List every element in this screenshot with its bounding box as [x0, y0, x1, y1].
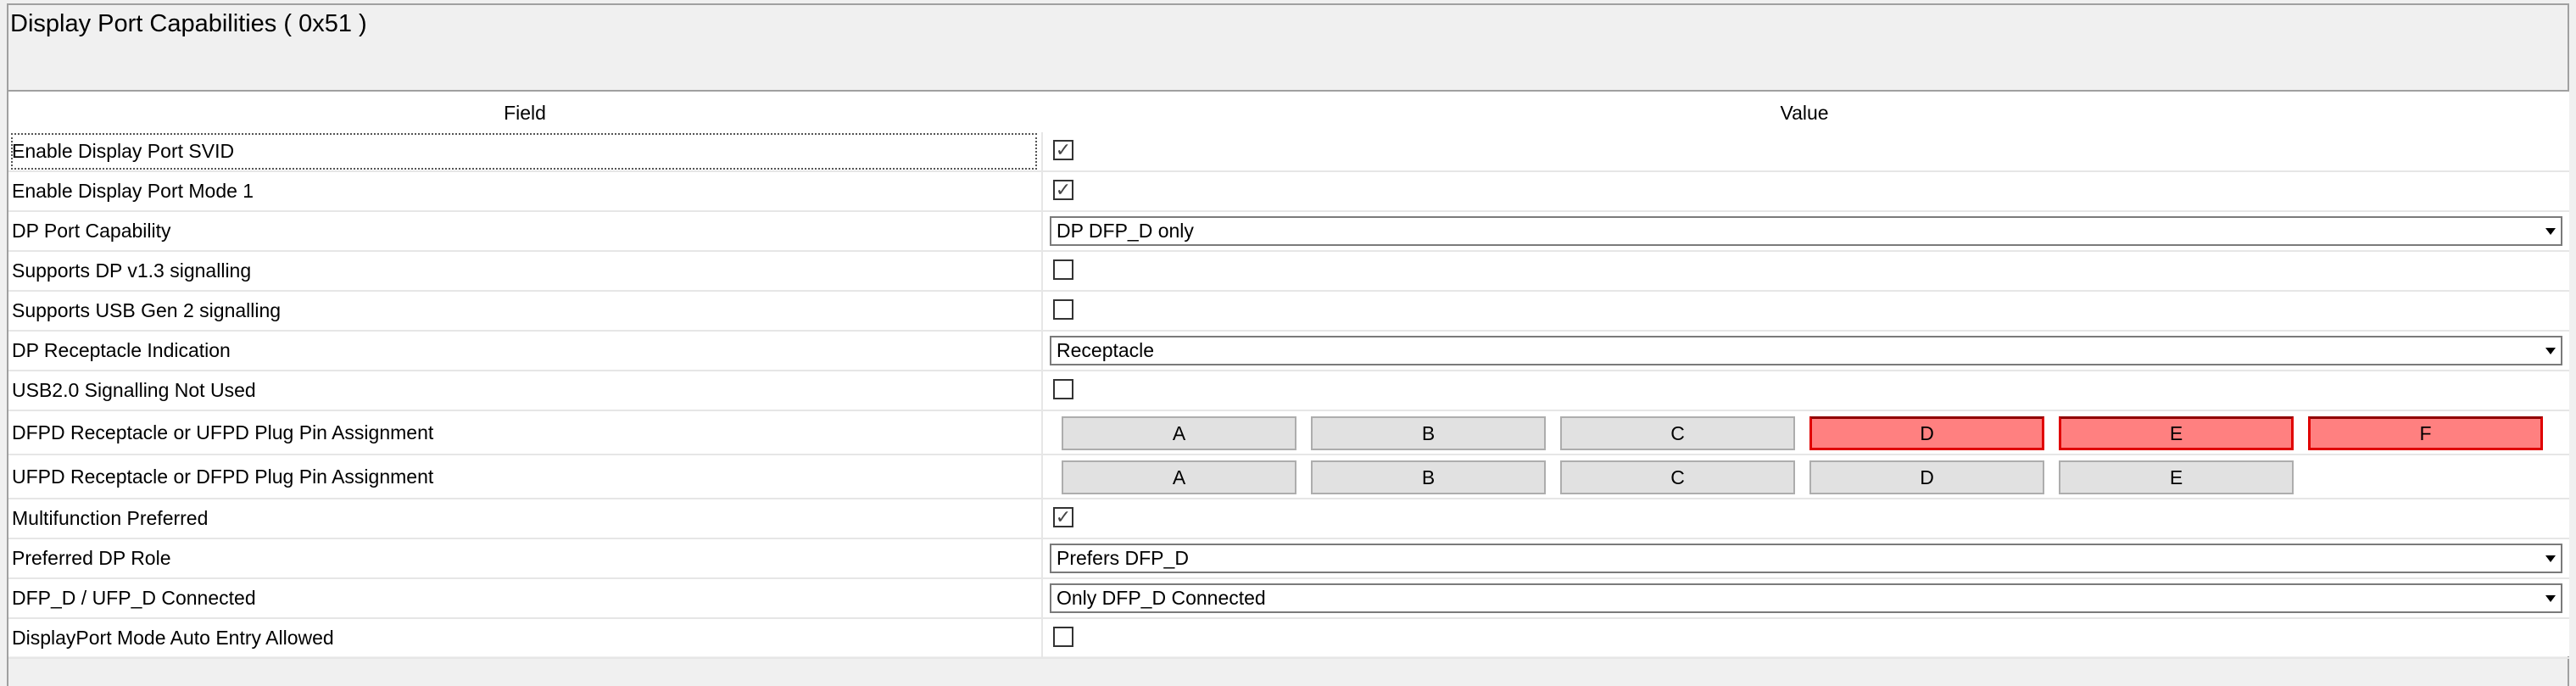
grid-row: Preferred DP Role Prefers DFP_D	[8, 539, 2569, 579]
pin-assignment-button-e[interactable]: E	[2059, 416, 2294, 450]
field-label[interactable]: Enable Display Port Mode 1	[10, 172, 1038, 210]
dropdown-value: Prefers DFP_D	[1057, 547, 1189, 569]
chevron-down-icon[interactable]	[2545, 347, 2556, 354]
grid-row: DFP_D / UFP_D Connected Only DFP_D Connec…	[8, 579, 2569, 619]
chevron-down-icon[interactable]	[2545, 594, 2556, 602]
value-cell: ✓	[1041, 172, 2569, 210]
grid-row: DP Port Capability DP DFP_D only	[8, 212, 2569, 252]
grid-row: Supports DP v1.3 signalling	[8, 252, 2569, 292]
grid-row: Enable Display Port SVID ✓	[8, 132, 2569, 172]
pin-assignment-button-c[interactable]: C	[1560, 460, 1795, 494]
field-label[interactable]: DP Receptacle Indication	[10, 332, 1038, 370]
pin-assignment-button-e[interactable]: E	[2059, 460, 2294, 494]
dropdown-select[interactable]: Prefers DFP_D	[1050, 544, 2562, 573]
pin-assignment-button-b[interactable]: B	[1311, 416, 1546, 450]
dropdown-value: DP DFP_D only	[1057, 220, 1194, 242]
dropdown-value: Only DFP_D Connected	[1057, 587, 1266, 609]
value-cell: Receptacle	[1041, 332, 2569, 370]
pin-assignment-button-a[interactable]: A	[1062, 460, 1296, 494]
column-header-value: Value	[1780, 102, 1829, 124]
grid-row: Multifunction Preferred ✓	[8, 499, 2569, 539]
checkbox[interactable]: ✓	[1053, 506, 1073, 527]
field-label[interactable]: UFPD Receptacle or DFPD Plug Pin Assignm…	[10, 455, 1038, 498]
grid-row: UFPD Receptacle or DFPD Plug Pin Assignm…	[8, 455, 2569, 499]
value-cell: ABCDEF	[1041, 411, 2569, 454]
value-cell	[1041, 619, 2569, 657]
field-label[interactable]: DP Port Capability	[10, 212, 1038, 250]
dropdown-value: Receptacle	[1057, 339, 1155, 361]
value-cell: ✓	[1041, 132, 2569, 170]
value-cell: ✓	[1041, 499, 2569, 538]
grid-row: Enable Display Port Mode 1 ✓	[8, 172, 2569, 212]
checkbox[interactable]: ✓	[1053, 139, 1073, 160]
grid-row: USB2.0 Signalling Not Used	[8, 371, 2569, 411]
field-label[interactable]: DFPD Receptacle or UFPD Plug Pin Assignm…	[10, 411, 1038, 454]
pin-assignment-button-d[interactable]: D	[1809, 416, 2044, 450]
pin-assignment-button-b[interactable]: B	[1311, 460, 1546, 494]
panel-title: Display Port Capabilities ( 0x51 )	[10, 10, 367, 37]
field-label[interactable]: Preferred DP Role	[10, 539, 1038, 577]
chevron-down-icon[interactable]	[2545, 227, 2556, 235]
grid-row: DP Receptacle Indication Receptacle	[8, 332, 2569, 371]
value-cell: Only DFP_D Connected	[1041, 579, 2569, 617]
pin-assignment-button-a[interactable]: A	[1062, 416, 1296, 450]
field-label[interactable]: Multifunction Preferred	[10, 499, 1038, 538]
field-label[interactable]: Supports USB Gen 2 signalling	[10, 292, 1038, 330]
grid-row: Supports USB Gen 2 signalling	[8, 292, 2569, 332]
value-cell	[1041, 292, 2569, 330]
field-label[interactable]: Supports DP v1.3 signalling	[10, 252, 1038, 290]
field-label[interactable]: DFP_D / UFP_D Connected	[10, 579, 1038, 617]
checkbox[interactable]	[1053, 626, 1073, 647]
property-grid: Field Value Enable Display Port SVID ✓ Ena…	[7, 90, 2569, 659]
checkbox[interactable]: ✓	[1053, 179, 1073, 200]
value-cell	[1041, 252, 2569, 290]
checkbox[interactable]	[1053, 298, 1073, 320]
field-label[interactable]: USB2.0 Signalling Not Used	[10, 371, 1038, 410]
column-header-field: Field	[504, 102, 546, 124]
checkbox[interactable]	[1053, 259, 1073, 280]
grid-row: DisplayPort Mode Auto Entry Allowed	[8, 619, 2569, 659]
field-label[interactable]: DisplayPort Mode Auto Entry Allowed	[10, 619, 1038, 657]
field-label[interactable]: Enable Display Port SVID	[10, 132, 1038, 170]
pin-assignment-button-c[interactable]: C	[1560, 416, 1795, 450]
dropdown-select[interactable]: DP DFP_D only	[1050, 216, 2562, 246]
pin-assignment-button-d[interactable]: D	[1809, 460, 2044, 494]
dropdown-select[interactable]: Only DFP_D Connected	[1050, 583, 2562, 613]
value-cell	[1041, 371, 2569, 410]
value-cell: ABCDE	[1041, 455, 2569, 498]
checkbox[interactable]	[1053, 378, 1073, 399]
value-cell: Prefers DFP_D	[1041, 539, 2569, 577]
dropdown-select[interactable]: Receptacle	[1050, 336, 2562, 365]
chevron-down-icon[interactable]	[2545, 555, 2556, 562]
grid-header: Field Value	[8, 92, 2569, 132]
grid-row: DFPD Receptacle or UFPD Plug Pin Assignm…	[8, 411, 2569, 455]
value-cell: DP DFP_D only	[1041, 212, 2569, 250]
pin-assignment-button-f[interactable]: F	[2308, 416, 2543, 450]
